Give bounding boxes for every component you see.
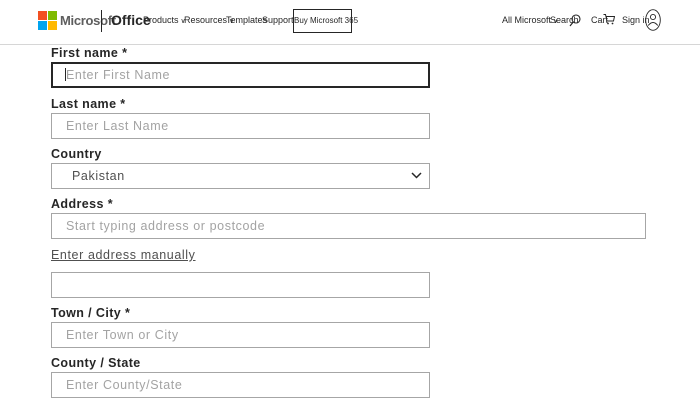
nav-templates-link[interactable]: Templates — [226, 15, 267, 25]
text-cursor — [65, 68, 66, 81]
nav-products-label: Products — [143, 15, 179, 25]
country-select[interactable]: Pakistan — [51, 163, 430, 189]
country-label: Country — [51, 147, 102, 161]
chevron-down-icon — [411, 172, 422, 179]
manual-address-input[interactable] — [51, 272, 430, 298]
logo-square-blue — [38, 21, 47, 30]
search-icon[interactable] — [569, 14, 581, 27]
cart-icon[interactable] — [603, 13, 615, 25]
country-selected-value: Pakistan — [72, 169, 125, 183]
county-state-input[interactable] — [51, 372, 430, 398]
nav-resources-label: Resources — [184, 15, 228, 25]
nav-products-menu[interactable]: Products ∨ — [143, 15, 186, 25]
logo-square-yellow — [48, 21, 57, 30]
logo-square-green — [48, 11, 57, 20]
town-city-input[interactable] — [51, 322, 430, 348]
microsoft-logo[interactable] — [38, 11, 58, 31]
nav-support-link[interactable]: Support — [262, 15, 294, 25]
county-state-label: County / State — [51, 356, 141, 370]
address-search-input[interactable] — [51, 213, 646, 239]
town-city-label: Town / City * — [51, 306, 131, 320]
address-label: Address * — [51, 197, 113, 211]
avatar-icon[interactable] — [645, 9, 661, 31]
enter-address-manually-link[interactable]: Enter address manually — [51, 248, 196, 262]
logo-square-red — [38, 11, 47, 20]
first-name-label: First name * — [51, 46, 128, 60]
last-name-label: Last name * — [51, 97, 126, 111]
buy-microsoft-365-button[interactable]: Buy Microsoft 365 — [293, 9, 358, 33]
first-name-input[interactable] — [51, 62, 430, 88]
last-name-input[interactable] — [51, 113, 430, 139]
brand-name[interactable]: Microsoft — [60, 13, 116, 28]
header-divider — [101, 10, 102, 32]
all-microsoft-label: All Microsoft — [502, 15, 552, 25]
top-nav-bar: Microsoft Office Products ∨ Resources ∨ Te… — [0, 0, 700, 45]
